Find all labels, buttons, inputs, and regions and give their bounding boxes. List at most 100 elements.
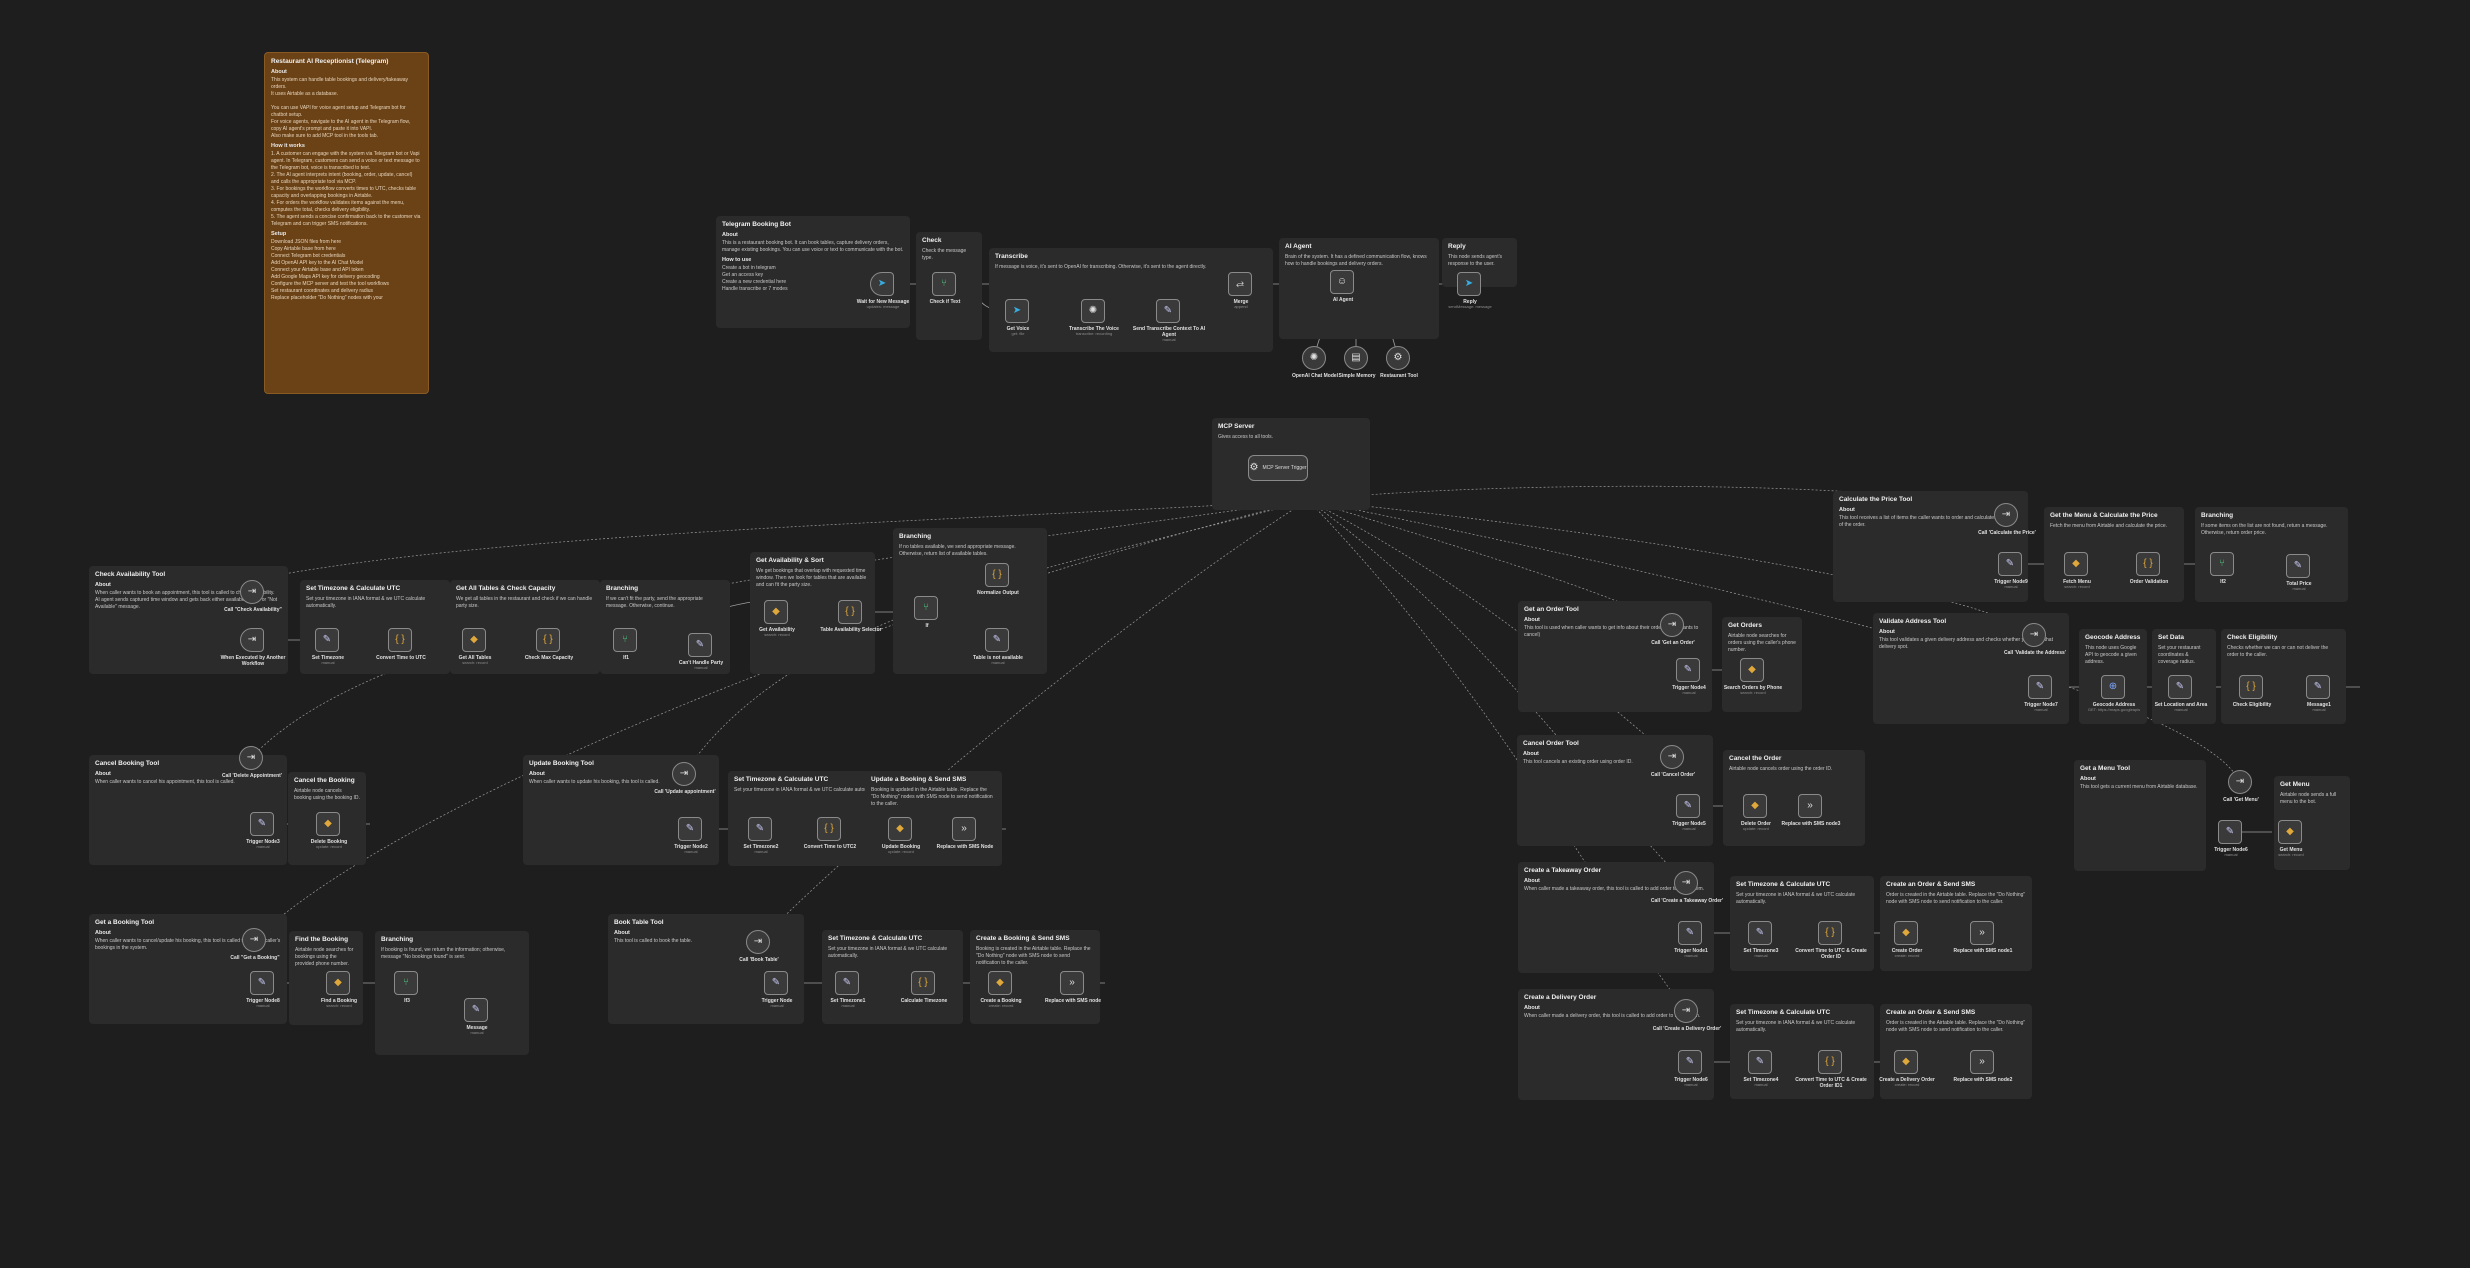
workflow-node[interactable]: { } Convert Time to UTC xyxy=(376,628,426,661)
node-label: Call 'Book Table' xyxy=(717,957,801,963)
node-label: Table Availability Selector xyxy=(809,627,893,633)
workflow-node[interactable]: ⇥ Call 'Validate the Address' xyxy=(2004,623,2066,656)
workflow-node[interactable]: { } Convert Time to UTC & Create Order ID… xyxy=(1795,1050,1867,1089)
workflow-node[interactable]: ✎ Set Timezone manual xyxy=(312,628,344,665)
workflow-node[interactable]: ⑂ Check if Text xyxy=(930,272,960,305)
workflow-node[interactable]: ⚙ MCP Server Trigger xyxy=(1248,455,1308,481)
workflow-node[interactable]: ✎ Total Price manual xyxy=(2286,554,2312,591)
node-name: Replace with SMS node3 xyxy=(1781,821,1841,827)
workflow-node[interactable]: ◆ Delete Order update: record xyxy=(1741,794,1771,831)
workflow-node[interactable]: ⑂ If3 xyxy=(394,971,418,1004)
workflow-node[interactable]: ◆ Search Orders by Phone search: record xyxy=(1724,658,1782,695)
workflow-node[interactable]: » Replace with SMS node2 xyxy=(1954,1050,2012,1083)
workflow-node[interactable]: ➤ Reply sendMessage: message xyxy=(1448,272,1492,309)
workflow-node[interactable]: ◆ Get All Tables search: record xyxy=(459,628,491,665)
workflow-node[interactable]: ✎ Set Timezone2 manual xyxy=(744,817,778,854)
workflow-node[interactable]: ⚙ Restaurant Tool xyxy=(1380,346,1418,379)
workflow-node[interactable]: ✎ Trigger Node6 manual xyxy=(1674,1050,1708,1087)
tool-call-icon: ⇥ xyxy=(249,934,259,945)
node-name: Call 'Book Table' xyxy=(739,957,779,963)
workflow-node[interactable]: ◆ Get Availability search: record xyxy=(759,600,795,637)
workflow-node[interactable]: ✎ Set Timezone3 manual xyxy=(1744,921,1778,958)
workflow-node[interactable]: ✎ Trigger Node2 manual xyxy=(674,817,708,854)
node-subtitle: manual xyxy=(2174,707,2188,712)
sticky-body: We get bookings that overlap with reques… xyxy=(756,568,867,588)
workflow-node[interactable]: ✎ Set Location and Area manual xyxy=(2155,675,2207,712)
workflow-node[interactable]: ✎ Send Transcribe Context To AI Agent manu… xyxy=(1133,299,1205,342)
workflow-node[interactable]: ⇥ Call "Check Availability" xyxy=(224,580,282,613)
sticky-body: If some items on the list are not found,… xyxy=(2201,523,2328,536)
workflow-node[interactable]: { } Check Max Capacity xyxy=(525,628,573,661)
workflow-node[interactable]: { } Table Availability Selector xyxy=(820,600,882,633)
node-subtitle: sendMessage: message xyxy=(1448,304,1492,309)
workflow-node[interactable]: ➤ Wait for New Message updates: message xyxy=(857,272,909,309)
sticky-body: Booking is updated in the Airtable table… xyxy=(871,787,993,807)
workflow-node[interactable]: ▤ Simple Memory xyxy=(1339,346,1375,379)
workflow-node[interactable]: ⇥ Call 'Get an Order' xyxy=(1651,613,1695,646)
sticky-note[interactable]: AI Agent Brain of the system. It has a de… xyxy=(1279,238,1439,339)
workflow-node[interactable]: ◆ Get Menu search: record xyxy=(2278,820,2304,857)
workflow-node[interactable]: ◆ Create Order create: record xyxy=(1892,921,1922,958)
node-label: Call "Check Availability" xyxy=(211,607,295,613)
workflow-node[interactable]: ⑂ If xyxy=(914,596,938,629)
workflow-node[interactable]: { } Order Validation xyxy=(2130,552,2168,585)
workflow-node[interactable]: ⇥ Call 'Get Menu' xyxy=(2223,770,2259,803)
workflow-node[interactable]: ⊕ Geocode Address GET: https://maps.google… xyxy=(2088,675,2140,712)
workflow-node[interactable]: » Replace with SMS node1 xyxy=(1954,921,2012,954)
workflow-node[interactable]: ✎ Trigger Node3 manual xyxy=(246,812,280,849)
workflow-node[interactable]: { } Normalize Output xyxy=(977,563,1019,596)
workflow-node[interactable]: ⇥ Call 'Create a Takeaway Order' xyxy=(1651,871,1723,904)
workflow-node[interactable]: ◆ Fetch Menu search: record xyxy=(2063,552,2091,589)
workflow-node[interactable]: ✎ Trigger Node8 manual xyxy=(246,971,280,1008)
tool-call-icon: ⇥ xyxy=(247,586,257,597)
workflow-node[interactable]: ✎ Trigger Node6 manual xyxy=(2214,820,2248,857)
workflow-node[interactable]: ✺ OpenAI Chat Model xyxy=(1292,346,1338,379)
node-subtitle: manual xyxy=(694,665,708,670)
workflow-node[interactable]: { } Convert Time to UTC & Create Order ID xyxy=(1795,921,1867,960)
workflow-node[interactable]: { } Calculate Timezone xyxy=(901,971,947,1004)
workflow-node[interactable]: ⇥ Call 'Delete Appointment' xyxy=(222,746,282,779)
workflow-node[interactable]: ✎ Trigger Node1 manual xyxy=(1674,921,1708,958)
workflow-node[interactable]: ⑂ If1 xyxy=(613,628,637,661)
workflow-node[interactable]: ⇥ Call 'Book Table' xyxy=(739,930,779,963)
node-subtitle: manual xyxy=(754,849,768,854)
workflow-node[interactable]: ✎ Set Timezone4 manual xyxy=(1744,1050,1778,1087)
workflow-node[interactable]: ✎ Message1 manual xyxy=(2306,675,2331,712)
workflow-node[interactable]: » Replace with SMS node xyxy=(1045,971,1101,1004)
intro-sticky-note[interactable]: Restaurant AI Receptionist (Telegram) Ab… xyxy=(264,52,429,394)
workflow-node[interactable]: ◆ Create a Booking create: record xyxy=(980,971,1022,1008)
workflow-node[interactable]: ◆ Update Booking update: record xyxy=(882,817,920,854)
sticky-title: MCP Server xyxy=(1218,423,1255,430)
workflow-node[interactable]: ✺ Transcribe The Voice transcribe: recordi… xyxy=(1069,299,1119,336)
workflow-node[interactable]: ✎ Trigger Node manual xyxy=(762,971,792,1008)
workflow-node[interactable]: ⥄ Merge append xyxy=(1228,272,1252,309)
workflow-node[interactable]: ⇥ When Executed by Another Workflow xyxy=(221,628,285,667)
workflow-node[interactable]: ✎ Trigger Node7 manual xyxy=(2024,675,2058,712)
workflow-node[interactable]: ◆ Create a Delivery Order create: record xyxy=(1879,1050,1935,1087)
node-name: Table Availability Selector xyxy=(820,627,882,633)
workflow-node[interactable]: ☺ AI Agent xyxy=(1330,270,1354,303)
workflow-node[interactable]: » Replace with SMS node3 xyxy=(1782,794,1840,827)
workflow-node[interactable]: ✎ Trigger Node9 manual xyxy=(1994,552,2028,589)
workflow-node[interactable]: ◆ Delete Booking update: record xyxy=(311,812,347,849)
workflow-node[interactable]: ⇥ Call 'Cancel Order' xyxy=(1651,745,1695,778)
workflow-node[interactable]: ✎ Can't Handle Party manual xyxy=(679,633,723,670)
workflow-node[interactable]: ⇥ Call "Get a Booking" xyxy=(230,928,280,961)
workflow-node[interactable]: { } Convert Time to UTC2 xyxy=(804,817,856,850)
workflow-node[interactable]: ⇥ Call 'Update appointment' xyxy=(654,762,716,795)
workflow-node[interactable]: ✎ Trigger Node5 manual xyxy=(1672,794,1706,831)
workflow-node[interactable]: ⇥ Call 'Calculate the Price' xyxy=(1978,503,2036,536)
sticky-note[interactable]: Get a Menu Tool About This tool gets a cur… xyxy=(2074,760,2206,871)
workflow-node[interactable]: ✎ Trigger Node4 manual xyxy=(1672,658,1706,695)
workflow-node[interactable]: » Replace with SMS Node xyxy=(937,817,993,850)
workflow-node[interactable]: ◆ Find a Booking search: record xyxy=(321,971,357,1008)
workflow-node[interactable]: ✎ Message manual xyxy=(464,998,488,1035)
workflow-node[interactable]: ✎ Set Timezone1 manual xyxy=(831,971,865,1008)
workflow-node[interactable]: ⑂ If2 xyxy=(2210,552,2234,585)
node-label: Call 'Get Menu' xyxy=(2199,797,2283,803)
workflow-node[interactable]: ➤ Get Voice get: file xyxy=(1005,299,1029,336)
workflow-node[interactable]: ✎ Table is not available manual xyxy=(973,628,1023,665)
node-subtitle: manual xyxy=(2312,707,2326,712)
workflow-node[interactable]: { } Check Eligibility xyxy=(2233,675,2271,708)
workflow-node[interactable]: ⇥ Call 'Create a Delivery Order' xyxy=(1653,999,1721,1032)
